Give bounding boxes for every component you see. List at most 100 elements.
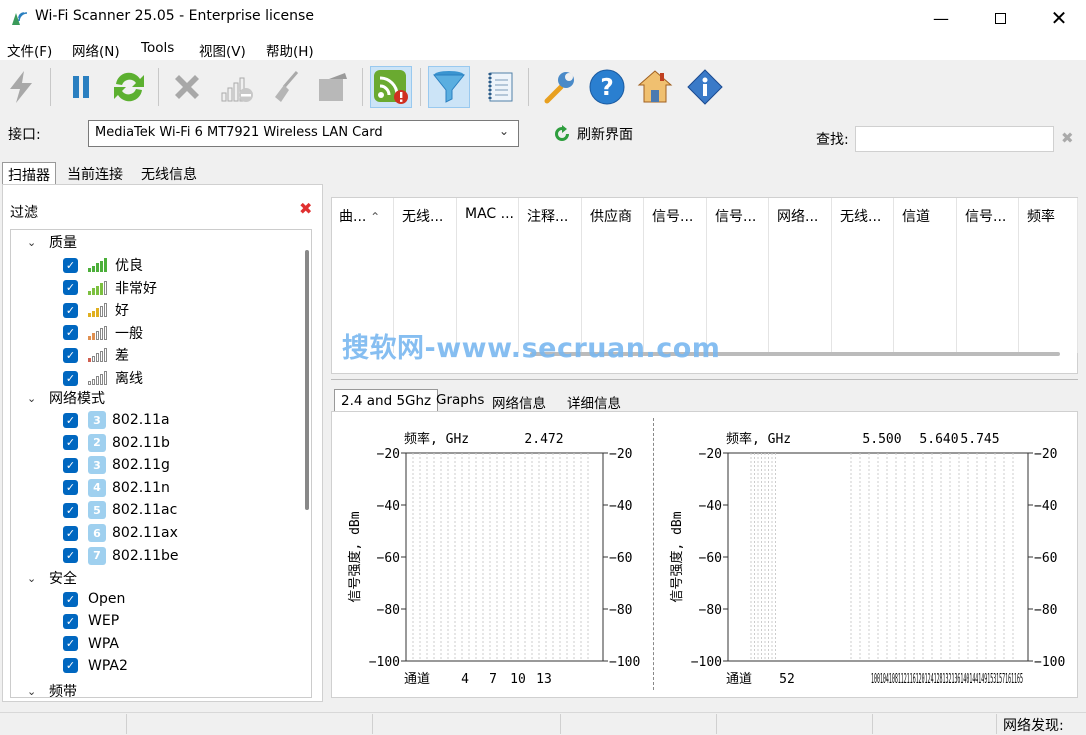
menu-view[interactable]: 视图(V) xyxy=(199,40,246,60)
close-button[interactable]: ✕ xyxy=(1036,0,1082,36)
checkbox[interactable]: ✓ xyxy=(63,480,78,496)
checkbox[interactable]: ✓ xyxy=(63,502,78,518)
close-filter-icon[interactable]: ✖ xyxy=(299,199,312,218)
filter-scrollbar[interactable] xyxy=(305,250,309,510)
status-separator xyxy=(716,714,717,734)
find-label: 查找: xyxy=(816,132,849,148)
checkbox[interactable]: ✓ xyxy=(63,525,78,541)
tree-group-quality[interactable]: ⌄ 质量 xyxy=(27,232,77,252)
wrench-icon[interactable] xyxy=(538,66,580,108)
checkbox[interactable]: ✓ xyxy=(63,548,78,564)
broom-icon[interactable] xyxy=(264,66,306,108)
filter-item-label: 好 xyxy=(115,303,129,320)
tab-network-info[interactable]: 网络信息 xyxy=(486,389,552,412)
tab-details[interactable]: 详细信息 xyxy=(561,389,627,412)
chevron-down-icon[interactable]: ⌄ xyxy=(499,124,509,138)
filter-item-mode[interactable]: ✓ 5 802.11ac xyxy=(63,501,177,520)
interface-label: 接口: xyxy=(8,127,41,143)
filter-item-mode[interactable]: ✓ 6 802.11ax xyxy=(63,524,178,542)
filter-item-security[interactable]: ✓ WEP xyxy=(63,613,119,629)
filter-item-label: WPA xyxy=(88,635,119,652)
chevron-down-icon[interactable]: ⌄ xyxy=(27,572,41,585)
checkbox[interactable]: ✓ xyxy=(63,302,78,318)
filter-item-mode[interactable]: ✓ 3 802.11g xyxy=(63,456,170,475)
lightning-icon[interactable] xyxy=(0,66,42,108)
checkbox[interactable]: ✓ xyxy=(63,412,78,428)
checkbox[interactable]: ✓ xyxy=(63,347,78,363)
minimize-button[interactable]: — xyxy=(918,0,964,36)
channel-tick-label: 52 xyxy=(779,672,795,687)
tree-group-label: 安全 xyxy=(49,571,77,587)
signal-bars-icon xyxy=(88,371,110,385)
filter-item-security[interactable]: ✓ WPA xyxy=(63,636,119,652)
signal-bars-icon xyxy=(88,280,110,295)
column-header[interactable]: 网络... xyxy=(769,198,832,353)
clear-find-icon[interactable]: ✖ xyxy=(1061,129,1074,147)
panel-splitter[interactable] xyxy=(331,379,1078,383)
chevron-down-icon[interactable]: ⌄ xyxy=(27,685,41,698)
chevron-down-icon[interactable]: ⌄ xyxy=(27,236,41,249)
checkbox[interactable]: ✓ xyxy=(63,613,78,629)
maximize-button[interactable] xyxy=(977,0,1023,36)
column-header[interactable]: 无线... xyxy=(832,198,894,353)
tree-group-band[interactable]: ⌄ 频带 xyxy=(27,681,77,698)
column-header[interactable]: 频率 xyxy=(1019,198,1078,353)
filter-item-quality[interactable]: ✓ 非常好 xyxy=(63,278,157,298)
menu-network[interactable]: 网络(N) xyxy=(72,40,120,60)
filter-item-quality[interactable]: ✓ 差 xyxy=(63,345,129,365)
help-icon[interactable]: ? xyxy=(586,66,628,108)
tree-group-mode[interactable]: ⌄ 网络模式 xyxy=(27,388,105,408)
checkbox[interactable]: ✓ xyxy=(63,325,78,341)
filter-item-quality[interactable]: ✓ 优良 xyxy=(63,255,143,275)
tab-current-connection[interactable]: 当前连接 xyxy=(62,162,128,185)
filter-item-mode[interactable]: ✓ 4 802.11n xyxy=(63,478,170,497)
column-header[interactable]: 信道 xyxy=(894,198,957,353)
filter-item-mode[interactable]: ✓ 3 802.11a xyxy=(63,411,170,429)
delete-icon[interactable] xyxy=(166,66,208,108)
tree-group-security[interactable]: ⌄ 安全 xyxy=(27,568,77,588)
filter-item-security[interactable]: ✓ Open xyxy=(63,591,125,607)
find-input[interactable] xyxy=(855,126,1054,152)
wifi-alert-icon[interactable] xyxy=(370,66,412,108)
checkbox[interactable]: ✓ xyxy=(63,636,78,652)
chevron-down-icon[interactable]: ⌄ xyxy=(27,392,41,405)
filter-item-quality[interactable]: ✓ 离线 xyxy=(63,368,143,388)
wifi-mode-icon: 2 xyxy=(88,433,106,452)
tab-graphs[interactable]: Graphs xyxy=(430,389,490,412)
checkbox[interactable]: ✓ xyxy=(63,257,78,273)
interface-select[interactable]: MediaTek Wi-Fi 6 MT7921 Wireless LAN Car… xyxy=(88,120,519,147)
checkbox[interactable]: ✓ xyxy=(63,591,78,607)
refresh-interface-button[interactable]: 刷新界面 xyxy=(553,124,633,144)
channel-tick-label: 4 xyxy=(461,672,469,687)
filter-item-label: 802.11be xyxy=(112,547,179,564)
tab-wireless-info[interactable]: 无线信息 xyxy=(136,162,202,185)
pause-icon[interactable] xyxy=(60,66,102,108)
export-icon[interactable] xyxy=(312,66,354,108)
column-header[interactable]: 信号... xyxy=(957,198,1019,353)
checkbox[interactable]: ✓ xyxy=(63,435,78,451)
y-tick-label: −20 xyxy=(377,447,400,462)
checkbox[interactable]: ✓ xyxy=(63,370,78,386)
menu-help[interactable]: 帮助(H) xyxy=(266,40,314,60)
notebook-icon[interactable] xyxy=(480,66,522,108)
signal-remove-icon[interactable] xyxy=(216,66,258,108)
filter-icon[interactable] xyxy=(428,66,470,108)
tab-24-5ghz[interactable]: 2.4 and 5Ghz xyxy=(334,389,439,412)
filter-item-quality[interactable]: ✓ 好 xyxy=(63,300,129,320)
checkbox[interactable]: ✓ xyxy=(63,457,78,473)
checkbox[interactable]: ✓ xyxy=(63,280,78,296)
filter-item-mode[interactable]: ✓ 2 802.11b xyxy=(63,433,170,452)
info-icon[interactable] xyxy=(684,66,726,108)
menu-tools[interactable]: Tools xyxy=(141,40,174,56)
tab-scanner[interactable]: 扫描器 xyxy=(2,162,56,185)
menu-file[interactable]: 文件(F) xyxy=(7,40,52,60)
filter-item-mode[interactable]: ✓ 7 802.11be xyxy=(63,546,179,565)
filter-item-quality[interactable]: ✓ 一般 xyxy=(63,323,143,343)
filter-item-label: WPA2 xyxy=(88,657,128,674)
home-icon[interactable] xyxy=(634,66,676,108)
filter-item-security[interactable]: ✓ WPA2 xyxy=(63,658,128,674)
refresh-icon[interactable] xyxy=(108,66,150,108)
checkbox[interactable]: ✓ xyxy=(63,658,78,674)
signal-bars-icon xyxy=(88,258,110,272)
status-separator xyxy=(372,714,373,734)
